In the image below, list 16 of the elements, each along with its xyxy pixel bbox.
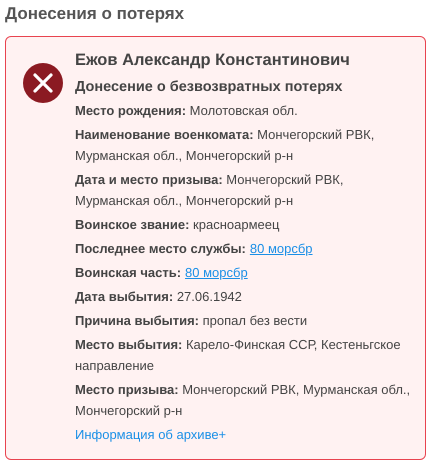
section-heading: Донесения о потерях [5,4,186,24]
field-text: Воинское звание: красноармеец [75,216,280,234]
document-title: Донесение о безвозвратных потерях [75,79,344,95]
field-text: Место выбытия: Карело-Финская ССР, Кестеньгское направление [75,336,402,375]
cross-icon [23,63,63,103]
person-name: Ежов Александр Константинович [75,51,351,70]
unit-link[interactable]: 80 морсбр [250,241,313,256]
field-label: Последнее место службы: [75,241,246,256]
field-text: Дата выбытия: 27.06.1942 [75,288,243,306]
field-text: Место рождения: Молотовская обл. [75,102,299,120]
field-text: Наименование военкомата: Мончегорский РВК, Мурманская обл., Мончегорский р-н [75,126,376,165]
archive-info-link[interactable]: Информация об архиве+ [75,424,226,445]
unit-link[interactable]: 80 морсбр [185,265,248,280]
field-label: Воинская часть: [75,265,182,280]
field-text: Место призыва: Мончегорский РВК, Мурманская обл., Мончегорский р-н [75,381,412,420]
field-text: Причина выбытия: пропал без вести [75,312,308,330]
